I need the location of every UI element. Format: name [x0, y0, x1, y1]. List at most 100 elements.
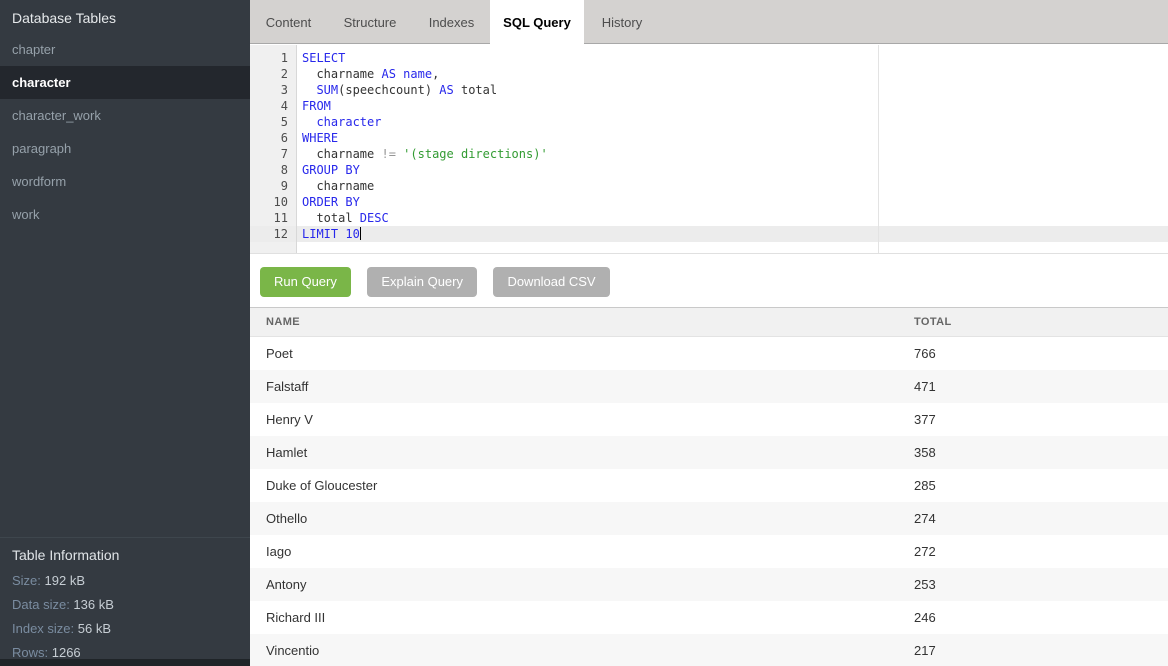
table-row[interactable]: Othello 274 — [250, 502, 1168, 535]
line-number: 11 — [250, 210, 288, 226]
cell-name: Iago — [266, 535, 291, 568]
table-row[interactable]: Iago 272 — [250, 535, 1168, 568]
table-row[interactable]: Richard III246 — [250, 601, 1168, 634]
table-row[interactable]: Falstaff 471 — [250, 370, 1168, 403]
line-number: 10 — [250, 194, 288, 210]
results-header: NAME TOTAL — [250, 307, 1168, 337]
line-number: 5 — [250, 114, 288, 130]
table-row[interactable]: Duke of Gloucester285 — [250, 469, 1168, 502]
code-line-row[interactable]: 2 charname AS name, — [250, 66, 1168, 82]
tab-sql-query[interactable]: SQL Query — [490, 0, 584, 45]
tab-structure[interactable]: Structure — [327, 0, 413, 44]
code-line-row[interactable]: 5 character — [250, 114, 1168, 130]
code-token: total — [454, 83, 497, 97]
sidebar-item-work[interactable]: work — [0, 198, 250, 231]
line-number: 2 — [250, 66, 288, 82]
table-info-rows: Size: 192 kBData size: 136 kBIndex size:… — [12, 569, 238, 665]
tab-bar: ContentStructureIndexesSQL QueryHistory — [250, 0, 1168, 45]
code-line-row[interactable]: 10 ORDER BY — [250, 194, 1168, 210]
info-value: 56 kB — [78, 621, 111, 636]
table-row[interactable]: Poet766 — [250, 337, 1168, 370]
code-token: '(stage directions)' — [403, 147, 548, 161]
code-line-text: charname != '(stage directions)' — [302, 146, 548, 162]
table-list: chaptercharactercharacter_workparagraphw… — [0, 33, 250, 231]
info-label: Index size: — [12, 621, 78, 636]
code-line-row[interactable]: 4 FROM — [250, 98, 1168, 114]
editor-vertical-divider — [878, 45, 879, 253]
code-token: WHERE — [302, 131, 338, 145]
code-token: DESC — [360, 211, 389, 225]
cell-name: Othello — [266, 502, 307, 535]
code-line-text: LIMIT 10 — [302, 226, 361, 242]
line-number: 4 — [250, 98, 288, 114]
code-token: total — [302, 211, 360, 225]
line-number: 7 — [250, 146, 288, 162]
info-row-index-size-: Index size: 56 kB — [12, 617, 238, 641]
cell-name: Duke of Gloucester — [266, 469, 377, 502]
code-line-row[interactable]: 3 SUM(speechcount) AS total — [250, 82, 1168, 98]
sidebar-item-paragraph[interactable]: paragraph — [0, 132, 250, 165]
code-line-text: charname AS name, — [302, 66, 439, 82]
table-info-title: Table Information — [12, 547, 238, 563]
table-row[interactable]: Henry V377 — [250, 403, 1168, 436]
code-token: FROM — [302, 99, 331, 113]
line-number: 12 — [250, 226, 288, 242]
download-csv-button[interactable]: Download CSV — [493, 267, 609, 297]
info-value: 1266 — [52, 645, 81, 660]
table-info-panel: Table Information Size: 192 kBData size:… — [0, 537, 250, 659]
tab-content[interactable]: Content — [250, 0, 327, 44]
table-row[interactable]: Hamlet358 — [250, 436, 1168, 469]
code-rows: 1SELECT2 charname AS name,3 SUM(speechco… — [250, 50, 1168, 242]
code-line-text: character — [302, 114, 381, 130]
line-number: 9 — [250, 178, 288, 194]
info-label: Data size: — [12, 597, 73, 612]
cell-total: 253 — [914, 568, 936, 601]
table-row[interactable]: Vincentio217 — [250, 634, 1168, 666]
code-token: name — [403, 67, 432, 81]
info-label: Size: — [12, 573, 45, 588]
cell-total: 274 — [914, 502, 936, 535]
sidebar: Database Tables chaptercharactercharacte… — [0, 0, 250, 666]
code-line-row[interactable]: 7 charname != '(stage directions)' — [250, 146, 1168, 162]
code-line-row[interactable]: 6WHERE — [250, 130, 1168, 146]
cell-total: 471 — [914, 370, 936, 403]
cell-total: 272 — [914, 535, 936, 568]
cell-name: Hamlet — [266, 436, 307, 469]
line-number: 8 — [250, 162, 288, 178]
sidebar-item-character-work[interactable]: character_work — [0, 99, 250, 132]
code-line-row[interactable]: 11 total DESC — [250, 210, 1168, 226]
code-line-text: total DESC — [302, 210, 389, 226]
code-line-text: GROUP BY — [302, 162, 360, 178]
cell-total: 217 — [914, 634, 936, 666]
code-line-row[interactable]: 1 SELECT — [250, 50, 1168, 66]
code-line-row[interactable]: 12 LIMIT 10 — [250, 226, 1168, 242]
result-rows: Poet766Falstaff 471Henry V377Hamlet358Duk… — [250, 337, 1168, 666]
code-line-text: SELECT — [302, 50, 345, 66]
cell-name: Falstaff — [266, 370, 308, 403]
table-row[interactable]: Antony253 — [250, 568, 1168, 601]
code-line-text: charname — [302, 178, 374, 194]
code-token: (speechcount) — [338, 83, 439, 97]
run-query-button[interactable]: Run Query — [260, 267, 351, 297]
code-line-row[interactable]: 9 charname — [250, 178, 1168, 194]
code-line-row[interactable]: 8 GROUP BY — [250, 162, 1168, 178]
code-token: AS — [381, 67, 395, 81]
tab-indexes[interactable]: Indexes — [413, 0, 490, 44]
sidebar-item-chapter[interactable]: chapter — [0, 33, 250, 66]
info-label: Rows: — [12, 645, 52, 660]
code-token: GROUP BY — [302, 163, 360, 177]
results-table: NAME TOTAL Poet766Falstaff 471Henry V377H… — [250, 307, 1168, 666]
code-token: != — [381, 147, 395, 161]
cell-name: Poet — [266, 337, 293, 370]
line-number: 1 — [250, 50, 288, 66]
tab-history[interactable]: History — [584, 0, 660, 44]
sidebar-item-wordform[interactable]: wordform — [0, 165, 250, 198]
code-line-text: ORDER BY — [302, 194, 360, 210]
sql-editor[interactable]: 1SELECT2 charname AS name,3 SUM(speechco… — [250, 45, 1168, 254]
explain-query-button[interactable]: Explain Query — [367, 267, 477, 297]
sidebar-title: Database Tables — [0, 0, 250, 33]
code-token — [302, 115, 316, 129]
main-panel: ContentStructureIndexesSQL QueryHistory … — [250, 0, 1168, 666]
sidebar-item-character[interactable]: character — [0, 66, 250, 99]
query-toolbar: Run Query Explain Query Download CSV — [250, 254, 1168, 307]
